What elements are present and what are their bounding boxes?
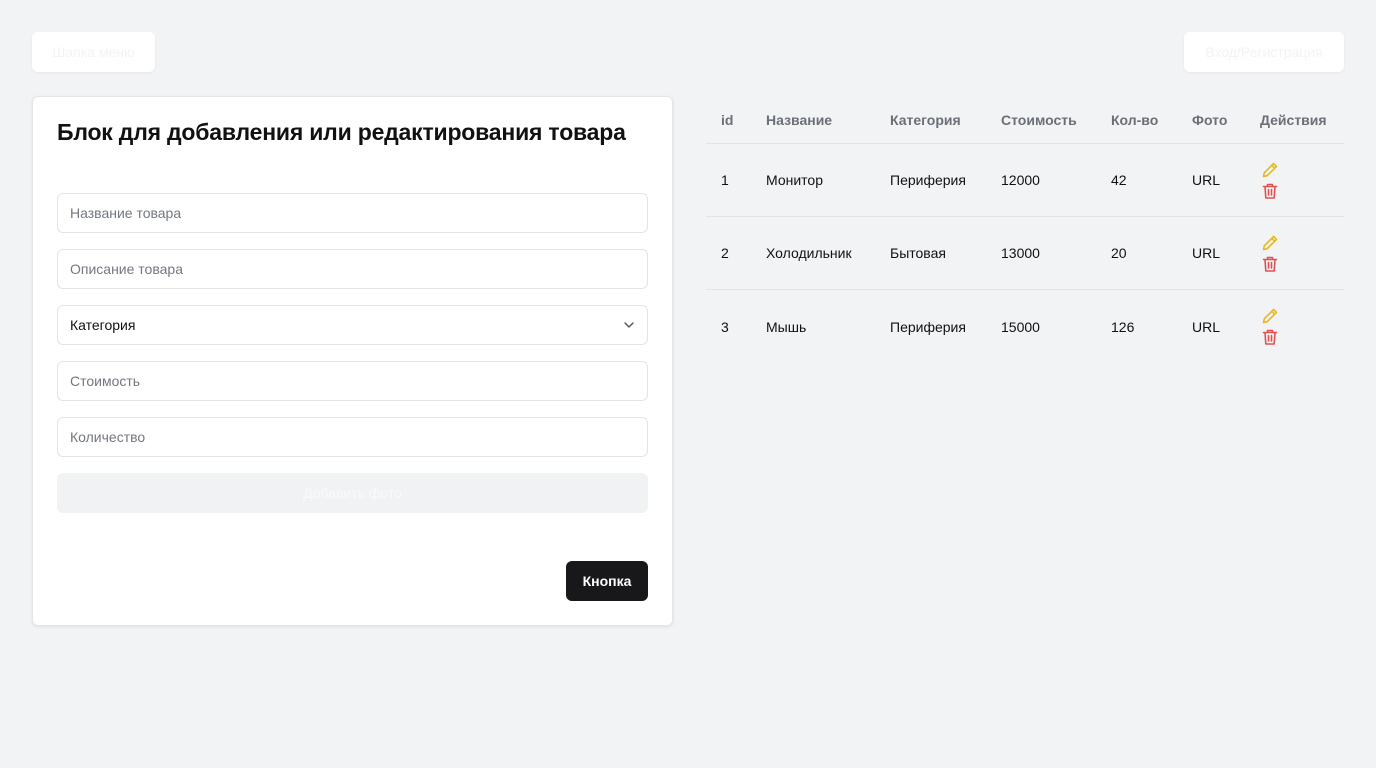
cell-category: Бытовая	[890, 245, 946, 261]
cell-quantity: 126	[1111, 318, 1135, 335]
cell-id: 1	[721, 172, 729, 188]
table-header: id Название Категория Стоимость Кол-во Ф…	[706, 96, 1344, 144]
trash-icon[interactable]	[1260, 327, 1280, 347]
quantity-field[interactable]	[57, 417, 648, 457]
table-row: 2 Холодильник Бытовая 13000 20 URL	[706, 217, 1344, 290]
cell-actions	[1260, 217, 1280, 289]
column-header-category: Категория	[890, 111, 961, 128]
table-row: 1 Монитор Периферия 12000 42 URL	[706, 144, 1344, 217]
trash-icon[interactable]	[1260, 181, 1280, 201]
product-form-card: Блок для добавления или редактирования т…	[32, 96, 673, 626]
cell-price: 13000	[1001, 245, 1040, 261]
cell-id: 3	[721, 318, 729, 335]
cell-photo: URL	[1192, 245, 1221, 261]
price-field[interactable]	[57, 361, 648, 401]
product-name-field[interactable]	[57, 193, 648, 233]
cell-category: Периферия	[890, 318, 966, 335]
cell-price: 12000	[1001, 172, 1040, 188]
cell-name: Холодильник	[766, 245, 852, 261]
header-menu-button[interactable]: Шапка меню	[32, 32, 155, 72]
product-name-input[interactable]	[70, 194, 635, 232]
column-header-id: id	[721, 111, 734, 128]
column-header-photo: Фото	[1192, 111, 1228, 128]
price-input[interactable]	[70, 362, 635, 400]
cell-quantity: 20	[1111, 245, 1127, 261]
trash-icon[interactable]	[1260, 254, 1280, 274]
category-select[interactable]: Категория	[57, 305, 648, 345]
cell-photo: URL	[1192, 318, 1221, 335]
column-header-name: Название	[766, 111, 833, 128]
cell-photo: URL	[1192, 172, 1221, 188]
column-header-quantity: Кол-во	[1111, 111, 1159, 128]
submit-button[interactable]: Кнопка	[566, 561, 648, 601]
chevron-down-icon	[623, 319, 635, 331]
cell-name: Мышь	[766, 318, 807, 335]
column-header-price: Стоимость	[1001, 111, 1077, 128]
table-row: 3 Мышь Периферия 15000 126 URL	[706, 290, 1344, 363]
product-description-input[interactable]	[70, 250, 635, 288]
cell-quantity: 42	[1111, 172, 1127, 188]
cell-price: 15000	[1001, 318, 1040, 335]
cell-actions	[1260, 144, 1280, 216]
category-select-value: Категория	[70, 317, 136, 333]
product-description-field[interactable]	[57, 249, 648, 289]
login-register-button[interactable]: Вход/Регистрация	[1184, 32, 1344, 72]
cell-actions	[1260, 290, 1280, 363]
products-table: id Название Категория Стоимость Кол-во Ф…	[706, 96, 1344, 363]
pencil-icon[interactable]	[1260, 233, 1280, 253]
quantity-input[interactable]	[70, 418, 635, 456]
form-title: Блок для добавления или редактирования т…	[57, 119, 626, 145]
pencil-icon[interactable]	[1260, 160, 1280, 180]
cell-category: Периферия	[890, 172, 966, 188]
cell-name: Монитор	[766, 172, 823, 188]
add-photo-button[interactable]: Добавить фото	[57, 473, 648, 513]
column-header-actions: Действия	[1260, 111, 1327, 128]
pencil-icon[interactable]	[1260, 306, 1280, 326]
cell-id: 2	[721, 245, 729, 261]
